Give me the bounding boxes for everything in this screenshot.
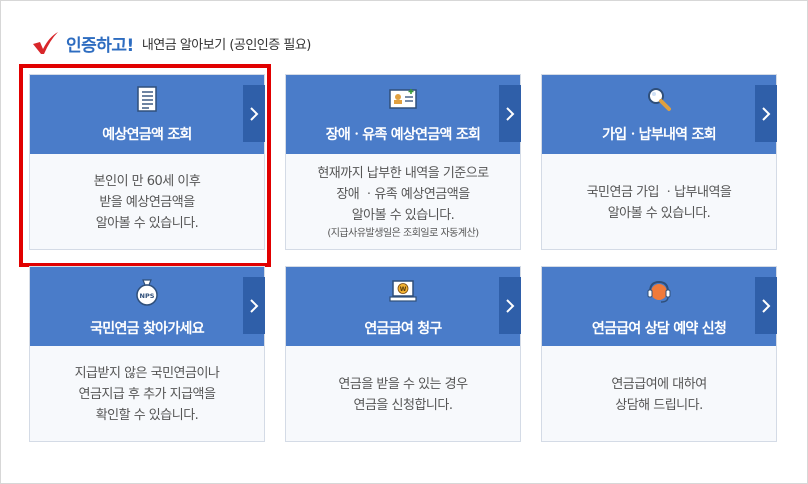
card-description: 지급받지 않은 국민연금이나 연금지급 후 추가 지급액을 확인할 수 있습니다… <box>74 366 220 423</box>
svg-text:NPS: NPS <box>140 292 155 300</box>
chevron-right-icon[interactable] <box>499 85 521 142</box>
headset-icon <box>647 280 671 303</box>
card-header: 예상연금액 조회 <box>30 75 265 154</box>
card-description: 연금을 받을 수 있는 경우 연금을 신청합니다. <box>338 377 468 413</box>
card-header: 연금급여 상담 예약 신청 <box>542 267 777 346</box>
card-consultation-reservation[interactable]: 연금급여 상담 예약 신청 연금급여에 대하여 상담해 드립니다. <box>541 266 777 442</box>
card-title: 연금급여 상담 예약 신청 <box>591 321 727 337</box>
chevron-right-icon[interactable] <box>499 277 521 334</box>
card-disability-survivor-pension[interactable]: 장애ㆍ유족 예상연금액 조회 현재까지 납부한 내역을 기준으로 장애 ㆍ유족 … <box>285 74 521 250</box>
magnifier-icon <box>648 88 671 111</box>
card-header: 가입ㆍ납부내역 조회 <box>542 75 777 154</box>
card-header: W 연금급여 청구 <box>286 267 521 346</box>
svg-text:W: W <box>400 286 407 293</box>
id-card-icon <box>389 89 417 109</box>
card-header: NPS 국민연금 찾아가세요 <box>30 267 265 346</box>
won-laptop-icon: W <box>389 280 417 302</box>
card-title: 예상연금액 조회 <box>102 127 192 143</box>
chevron-right-icon[interactable] <box>755 85 777 142</box>
section-subtitle: 내연금 알아보기 (공인인증 필요) <box>141 37 312 53</box>
card-title: 장애ㆍ유족 예상연금액 조회 <box>325 127 481 143</box>
checkmark-icon <box>33 32 58 54</box>
card-description: 연금급여에 대하여 상담해 드립니다. <box>611 377 707 413</box>
chevron-right-icon[interactable] <box>755 277 777 334</box>
card-find-pension[interactable]: NPS 국민연금 찾아가세요 지급받지 않은 국민연금이나 연금지급 후 추가 … <box>29 266 265 442</box>
card-header: 장애ㆍ유족 예상연금액 조회 <box>286 75 521 154</box>
card-description: 국민연금 가입 ㆍ납부내역을 알아볼 수 있습니다. <box>586 185 732 221</box>
card-description: 본인이 만 60세 이후 받을 예상연금액을 알아볼 수 있습니다. <box>93 174 201 231</box>
card-expected-pension[interactable]: 예상연금액 조회 본인이 만 60세 이후 받을 예상연금액을 알아볼 수 있습… <box>29 74 265 250</box>
document-list-icon <box>137 86 157 112</box>
card-title: 연금급여 청구 <box>364 321 442 337</box>
card-title: 가입ㆍ납부내역 조회 <box>602 127 716 143</box>
card-note: (지급사유발생일은 조회일로 자동계산) <box>327 228 479 239</box>
section-title: 인증하고! <box>66 35 134 56</box>
card-benefit-claim[interactable]: W 연금급여 청구 연금을 받을 수 있는 경우 연금을 신청합니다. <box>285 266 521 442</box>
chevron-right-icon[interactable] <box>243 85 265 142</box>
nps-pouch-icon: NPS <box>136 279 158 306</box>
chevron-right-icon[interactable] <box>243 277 265 334</box>
card-title: 국민연금 찾아가세요 <box>90 321 204 337</box>
section-header: 인증하고! 내연금 알아보기 (공인인증 필요) <box>30 30 311 56</box>
card-description: 현재까지 납부한 내역을 기준으로 장애 ㆍ유족 예상연금액을 알아볼 수 있습… <box>286 163 520 242</box>
card-enrollment-payment-history[interactable]: 가입ㆍ납부내역 조회 국민연금 가입 ㆍ납부내역을 알아볼 수 있습니다. <box>541 74 777 250</box>
